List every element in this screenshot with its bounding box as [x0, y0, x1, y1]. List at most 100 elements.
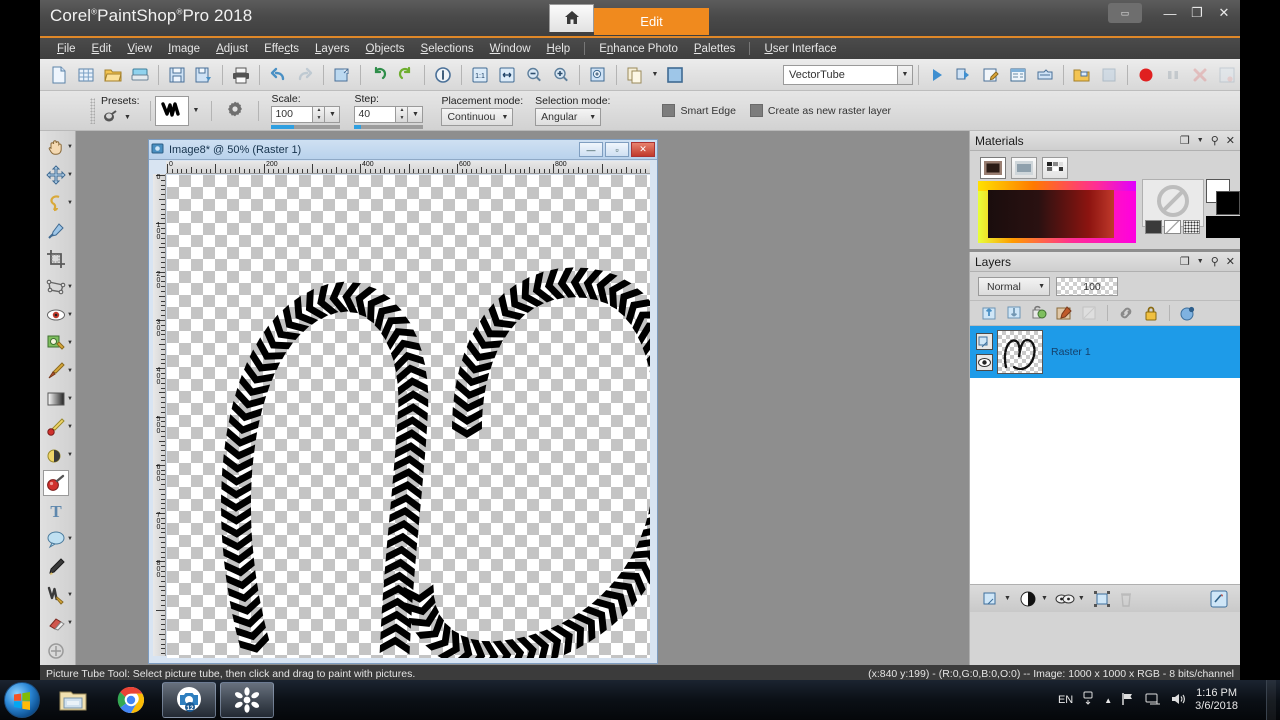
image-canvas[interactable] — [167, 175, 650, 658]
flyout-caret-icon[interactable]: ▼ — [67, 368, 73, 374]
taskbar-chrome[interactable] — [104, 682, 158, 718]
close-icon[interactable]: ✕ — [1226, 255, 1235, 268]
run-script-icon[interactable] — [924, 62, 950, 88]
pin-icon[interactable]: ⚲ — [1211, 255, 1219, 268]
volume-icon[interactable] — [1170, 692, 1186, 709]
background-preview[interactable] — [1206, 216, 1240, 238]
scale-slider[interactable] — [271, 125, 340, 129]
tube-settings-icon[interactable] — [226, 100, 244, 121]
new-image-icon[interactable] — [46, 62, 72, 88]
duplicate-icon[interactable] — [622, 62, 648, 88]
duplicate-layer-caret-icon[interactable]: ▼ — [1004, 595, 1011, 602]
selection-mode-dropdown[interactable]: Angular ▼ — [535, 108, 601, 126]
flyout-caret-icon[interactable]: ▼ — [67, 340, 73, 346]
smart-edge-checkbox[interactable]: Smart Edge — [662, 104, 735, 117]
placement-mode-dropdown[interactable]: Continuou ▼ — [441, 108, 513, 126]
document-minimize-button[interactable]: — — [579, 142, 603, 157]
new-mask-layer-icon[interactable] — [1028, 302, 1050, 324]
tool-dropper[interactable] — [40, 217, 75, 245]
new-from-template-icon[interactable] — [73, 62, 99, 88]
horizontal-ruler[interactable]: 0200400600800 — [166, 161, 650, 174]
tool-dodge[interactable]: ▼ — [40, 441, 75, 469]
save-as-icon[interactable] — [191, 62, 217, 88]
tool-warp[interactable] — [40, 637, 75, 665]
open-icon[interactable] — [100, 62, 126, 88]
scale-stepper[interactable]: ▲▼ — [313, 106, 325, 123]
merge-icon[interactable] — [1054, 588, 1076, 610]
save-icon[interactable] — [164, 62, 190, 88]
tool-gradient[interactable]: ▼ — [40, 385, 75, 413]
menu-view[interactable]: View — [119, 41, 160, 57]
run-selected-script-icon[interactable] — [951, 62, 977, 88]
menu-adjust[interactable]: Adjust — [208, 41, 256, 57]
layer-group-icon[interactable] — [976, 333, 993, 350]
materials-tab-frame[interactable] — [980, 157, 1006, 179]
menu-palettes[interactable]: Palettes — [686, 41, 744, 57]
tool-crop[interactable] — [40, 245, 75, 273]
menu-caret-icon[interactable]: ▼ — [1197, 258, 1204, 265]
maximize-icon[interactable]: ❐ — [1180, 255, 1190, 268]
tool-pick[interactable]: ▼ — [40, 161, 75, 189]
menu-enhance-photo[interactable]: Enhance Photo — [591, 41, 686, 57]
menu-layers[interactable]: Layers — [307, 41, 358, 57]
edit-workspace-tab[interactable]: Edit — [594, 8, 709, 35]
flyout-caret-icon[interactable]: ▼ — [67, 424, 73, 430]
materials-tab-swatches[interactable] — [1042, 157, 1068, 179]
edit-script-icon[interactable] — [978, 62, 1004, 88]
step-input[interactable]: 40 — [354, 106, 396, 123]
menu-user-interface[interactable]: User Interface — [756, 41, 844, 57]
gradient-icon[interactable] — [1164, 220, 1181, 234]
flyout-caret-icon[interactable]: ▼ — [67, 592, 73, 598]
menu-help[interactable]: Help — [539, 41, 579, 57]
document-close-button[interactable]: ✕ — [631, 142, 655, 157]
record-script-icon[interactable] — [1133, 62, 1159, 88]
mask-caret-icon[interactable]: ▼ — [1041, 595, 1048, 602]
tool-clone-brush[interactable]: ▼ — [40, 357, 75, 385]
tool-pan[interactable]: ▼ — [40, 133, 75, 161]
tray-expand-icon[interactable]: ▲ — [1104, 696, 1112, 705]
link-layer-icon[interactable] — [1115, 302, 1137, 324]
menu-edit[interactable]: Edit — [84, 41, 120, 57]
opacity-input[interactable]: 100 — [1056, 277, 1118, 296]
chevron-down-icon[interactable]: ▼ — [897, 66, 912, 84]
tool-selection[interactable]: ▼ — [40, 189, 75, 217]
tool-flood-fill[interactable] — [40, 469, 75, 497]
close-button[interactable]: ✕ — [1212, 3, 1236, 23]
mask-icon[interactable] — [1017, 588, 1039, 610]
tool-red-eye[interactable]: ▼ — [40, 301, 75, 329]
save-script-icon[interactable] — [1032, 62, 1058, 88]
tool-text[interactable]: T — [40, 497, 75, 525]
layers-list[interactable]: Raster 1 — [970, 326, 1240, 584]
tool-shape[interactable]: ▼ — [40, 525, 75, 553]
maximize-icon[interactable]: ❐ — [1180, 134, 1190, 147]
preset-dropdown-icon[interactable] — [101, 108, 123, 127]
undo-icon[interactable] — [265, 62, 291, 88]
tray-language[interactable]: EN — [1058, 694, 1073, 706]
image-info-icon[interactable] — [430, 62, 456, 88]
options-grip[interactable] — [90, 98, 95, 124]
menu-objects[interactable]: Objects — [358, 41, 413, 57]
flyout-caret-icon[interactable]: ▼ — [67, 172, 73, 178]
color-icon[interactable] — [1145, 220, 1162, 234]
layer-visibility-toggle[interactable] — [976, 354, 993, 371]
tray-ime-icon[interactable] — [1082, 691, 1095, 710]
lock-layer-icon[interactable] — [1140, 302, 1162, 324]
tool-pen[interactable] — [40, 553, 75, 581]
restore-down-pill[interactable]: ▭ — [1108, 3, 1142, 23]
close-icon[interactable]: ✕ — [1226, 134, 1235, 147]
layer-properties-icon[interactable] — [1177, 302, 1199, 324]
tool-eraser[interactable]: ▼ — [40, 609, 75, 637]
browse-icon[interactable] — [127, 62, 153, 88]
flyout-caret-icon[interactable]: ▼ — [67, 312, 73, 318]
flyout-caret-icon[interactable]: ▼ — [67, 200, 73, 206]
rotate-right-icon[interactable] — [393, 62, 419, 88]
home-button[interactable] — [549, 4, 594, 32]
scale-dropdown[interactable]: ▼ — [325, 106, 340, 123]
create-new-raster-layer-checkbox[interactable]: Create as new raster layer — [750, 104, 891, 117]
background-color-swatch[interactable] — [1216, 191, 1240, 215]
new-art-media-layer-icon[interactable] — [1053, 302, 1075, 324]
duplicate-caret-icon[interactable]: ▼ — [649, 62, 661, 88]
pattern-icon[interactable] — [1183, 220, 1200, 234]
menu-caret-icon[interactable]: ▼ — [1197, 137, 1204, 144]
view-actual-size-icon[interactable]: 1:1 — [467, 62, 493, 88]
